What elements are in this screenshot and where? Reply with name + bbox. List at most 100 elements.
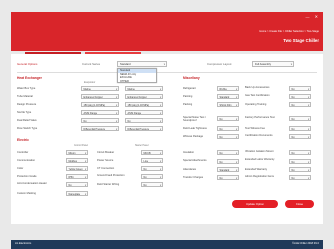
el-row-label: Color xyxy=(17,167,24,170)
el-select[interactable]: Modbus xyxy=(66,158,88,164)
misc-row-label: Transfer Charges xyxy=(183,176,204,179)
starter-panel-header: Starter Panel xyxy=(135,145,149,147)
hx-evap-select[interactable]: 150 psig (1.03 MPa) xyxy=(81,102,119,108)
hx-row-label: Nozzle Type xyxy=(17,111,32,114)
misc-select[interactable]: No xyxy=(217,175,239,181)
misc-select[interactable]: No xyxy=(289,175,311,181)
compressor-layout-select[interactable]: Full Assembly xyxy=(252,61,294,68)
footer-version: ©LGE Chiller 2018 R1.0 xyxy=(292,242,319,245)
breadcrumb: Home > Create File > Chiller Selection >… xyxy=(259,30,319,33)
misc-row-label: Packing xyxy=(183,103,193,106)
misc-row-label: Extended Warranty xyxy=(245,168,268,171)
el-row-label: Circuit Breaker xyxy=(97,151,115,154)
el-select[interactable]: IP54 xyxy=(66,174,88,180)
el-row-label: Communication xyxy=(17,159,36,162)
misc-row-label: Gas Test Certification xyxy=(245,94,270,97)
window-controls: — ✕ xyxy=(306,14,320,19)
el-row-label: Power Source xyxy=(97,159,114,162)
dropdown-option[interactable]: OTHER xyxy=(118,80,156,84)
hx-cond-select[interactable]: Differential Pressure xyxy=(125,126,163,132)
misc-select[interactable]: Standard xyxy=(217,94,239,100)
el-select[interactable]: No xyxy=(141,182,163,188)
misc-select[interactable]: No xyxy=(217,126,239,132)
hx-row-label: Tube Material xyxy=(17,95,33,98)
page-title: Two Stage Chiller xyxy=(283,38,319,43)
el-select[interactable]: No xyxy=(141,166,163,172)
footer-bar: LG Electronics ©LGE Chiller 2018 R1.0 xyxy=(11,240,323,249)
misc-row-label: Extended Labor Warranty xyxy=(245,158,275,161)
footer-brand: LG Electronics xyxy=(15,242,32,245)
minimize-icon[interactable]: — xyxy=(306,14,312,19)
misc-row-label: Admin Registration Items xyxy=(245,175,274,178)
hx-cond-select[interactable]: Enhanced Copper xyxy=(125,94,163,100)
misc-select[interactable]: No xyxy=(217,159,239,165)
misc-row-label: Factory Performance Test xyxy=(245,116,275,119)
el-row-label: CT Connection xyxy=(97,167,115,170)
misc-row-label: Vibration Isolation Mount xyxy=(245,150,274,153)
current-series-select[interactable]: Standard xyxy=(117,61,167,68)
misc-row-label: Field Leak Tightness xyxy=(183,127,207,130)
el-select[interactable]: MCCB xyxy=(141,150,163,156)
misc-row-label: Witness Package xyxy=(183,135,204,138)
el-row-label: Anti-Condensation Heater xyxy=(17,182,47,185)
hx-cond-select[interactable]: 150 psig (1.03 MPa) xyxy=(125,102,163,108)
el-row-label: Ground Fault Protection xyxy=(97,174,125,177)
hx-row-label: Design Pressure xyxy=(17,103,37,106)
hx-evap-select[interactable]: No xyxy=(81,118,119,124)
misc-select[interactable]: No xyxy=(289,167,311,173)
misc-select[interactable]: R134a xyxy=(217,86,239,92)
hx-row-label: Flow Switch Type xyxy=(17,127,38,130)
current-series-label: Current Series xyxy=(82,62,101,66)
hx-cond-select[interactable]: Marine xyxy=(125,86,163,92)
el-select[interactable]: Line xyxy=(141,158,163,164)
electric-title: Electric xyxy=(17,138,29,142)
el-row-label: Field Starter Wiring xyxy=(97,183,120,186)
miscellany-title: Miscellany xyxy=(183,76,200,80)
misc-select[interactable]: No xyxy=(289,86,311,92)
close-icon[interactable]: ✕ xyxy=(315,14,320,19)
misc-select[interactable]: No xyxy=(289,134,311,140)
el-select[interactable]: No xyxy=(66,182,88,188)
hx-evap-select[interactable]: Differential Pressure xyxy=(81,126,119,132)
hx-row-label: Dual Relief Valve xyxy=(17,119,37,122)
misc-select[interactable]: No xyxy=(289,102,311,108)
misc-row-label: Certification Documents xyxy=(245,134,273,137)
misc-row-label: Special Noise Test / Soundproof xyxy=(183,116,206,122)
misc-row-label: Back Up Accessories xyxy=(245,86,270,89)
el-select[interactable]: Nameplate xyxy=(66,191,88,197)
misc-select[interactable]: Standard xyxy=(217,167,239,173)
options-card: General Options Current Series Standard … xyxy=(11,54,323,224)
general-options-row: General Options Current Series Standard … xyxy=(17,61,317,69)
misc-row-label: Test Witness Fee xyxy=(245,127,265,130)
control-panel-header: Control Panel xyxy=(74,145,88,147)
update-option-button[interactable]: Update Option xyxy=(232,200,278,208)
evaporator-header: Evaporator xyxy=(84,82,96,84)
misc-row-label: Insulation xyxy=(183,151,195,154)
el-row-label: Controller xyxy=(17,151,29,154)
el-select[interactable]: Yellow Green xyxy=(66,166,88,172)
compressor-layout-label: Compressor Layout xyxy=(207,62,232,66)
heat-exchanger-title: Heat Exchanger xyxy=(17,76,42,80)
misc-row-label: Refrigerant xyxy=(183,87,196,90)
el-select[interactable]: Micom xyxy=(66,150,88,156)
misc-select[interactable]: No xyxy=(289,150,311,156)
hx-evap-select[interactable]: ANSI Flange xyxy=(81,110,119,116)
misc-select[interactable]: Shrink Film xyxy=(217,102,239,108)
divider xyxy=(17,72,317,73)
hx-cond-select[interactable]: ANSI Flange xyxy=(125,110,163,116)
misc-select[interactable]: No xyxy=(289,116,311,122)
hx-cond-select[interactable]: No xyxy=(125,118,163,124)
misc-select[interactable]: No xyxy=(217,150,239,156)
misc-select[interactable]: No xyxy=(289,94,311,100)
general-options-label: General Options xyxy=(17,62,38,66)
misc-select[interactable]: No xyxy=(289,159,311,165)
close-button[interactable]: Close xyxy=(285,200,314,208)
misc-select[interactable]: No xyxy=(289,126,311,132)
misc-select[interactable]: No xyxy=(217,116,239,122)
hx-evap-select[interactable]: Marine xyxy=(81,86,119,92)
el-select[interactable]: No xyxy=(141,174,163,180)
hx-evap-select[interactable]: Enhanced Copper xyxy=(81,94,119,100)
misc-select[interactable]: No xyxy=(217,134,239,140)
current-series-dropdown[interactable]: Standard NEMA 4X only EXCLUDE OTHER xyxy=(117,68,157,83)
misc-row-label: Attendance xyxy=(183,168,197,171)
